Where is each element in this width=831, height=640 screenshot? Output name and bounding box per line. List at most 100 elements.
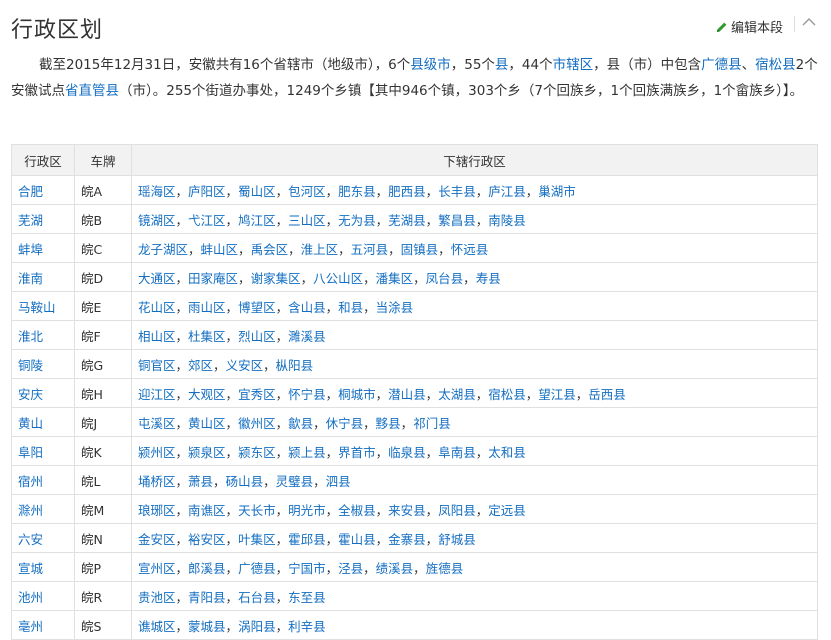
district-link[interactable]: 八公山区 bbox=[313, 271, 363, 286]
district-link[interactable]: 固镇县 bbox=[401, 242, 439, 257]
district-link[interactable]: 舒城县 bbox=[438, 532, 476, 547]
district-link[interactable]: 郎溪县 bbox=[188, 561, 226, 576]
district-link[interactable]: 太和县 bbox=[488, 445, 526, 460]
district-link[interactable]: 金寨县 bbox=[388, 532, 426, 547]
susong-county-link[interactable]: 宿松县 bbox=[755, 57, 796, 73]
district-link[interactable]: 萧县 bbox=[188, 474, 213, 489]
district-link[interactable]: 大通区 bbox=[138, 271, 176, 286]
district-link[interactable]: 三山区 bbox=[288, 213, 326, 228]
county-level-city-link[interactable]: 县级市 bbox=[410, 57, 451, 73]
district-link[interactable]: 潜山县 bbox=[388, 387, 426, 402]
province-direct-county-link[interactable]: 省直管县 bbox=[65, 83, 119, 99]
district-link[interactable]: 绩溪县 bbox=[376, 561, 414, 576]
city-link[interactable]: 安庆 bbox=[18, 387, 43, 402]
district-link[interactable]: 叶集区 bbox=[238, 532, 276, 547]
district-link[interactable]: 南陵县 bbox=[488, 213, 526, 228]
district-link[interactable]: 烈山区 bbox=[238, 329, 276, 344]
district-link[interactable]: 望江县 bbox=[538, 387, 576, 402]
city-link[interactable]: 阜阳 bbox=[18, 445, 43, 460]
district-link[interactable]: 休宁县 bbox=[326, 416, 364, 431]
district-link[interactable]: 庐阳区 bbox=[188, 184, 226, 199]
district-link[interactable]: 霍山县 bbox=[338, 532, 376, 547]
district-link[interactable]: 凤阳县 bbox=[438, 503, 476, 518]
city-link[interactable]: 马鞍山 bbox=[18, 300, 56, 315]
district-link[interactable]: 巢湖市 bbox=[538, 184, 576, 199]
district-link[interactable]: 太湖县 bbox=[438, 387, 476, 402]
district-link[interactable]: 宿松县 bbox=[488, 387, 526, 402]
district-link[interactable]: 明光市 bbox=[288, 503, 326, 518]
district-link[interactable]: 含山县 bbox=[288, 300, 326, 315]
city-link[interactable]: 合肥 bbox=[18, 184, 43, 199]
district-link[interactable]: 贵池区 bbox=[138, 590, 176, 605]
district-link[interactable]: 博望区 bbox=[238, 300, 276, 315]
district-link[interactable]: 庐江县 bbox=[488, 184, 526, 199]
city-link[interactable]: 黄山 bbox=[18, 416, 43, 431]
district-link[interactable]: 泗县 bbox=[326, 474, 351, 489]
district-link[interactable]: 谢家集区 bbox=[251, 271, 301, 286]
district-link[interactable]: 和县 bbox=[338, 300, 363, 315]
city-link[interactable]: 淮北 bbox=[18, 329, 43, 344]
district-link[interactable]: 雨山区 bbox=[188, 300, 226, 315]
district-link[interactable]: 歙县 bbox=[288, 416, 313, 431]
district-link[interactable]: 铜官区 bbox=[138, 358, 176, 373]
district-link[interactable]: 杜集区 bbox=[188, 329, 226, 344]
district-link[interactable]: 凤台县 bbox=[426, 271, 464, 286]
district-link[interactable]: 怀远县 bbox=[451, 242, 489, 257]
district-link[interactable]: 裕安区 bbox=[188, 532, 226, 547]
city-link[interactable]: 蚌埠 bbox=[18, 242, 43, 257]
district-link[interactable]: 禹会区 bbox=[251, 242, 289, 257]
municipal-district-link[interactable]: 市辖区 bbox=[553, 57, 594, 73]
district-link[interactable]: 桐城市 bbox=[338, 387, 376, 402]
district-link[interactable]: 无为县 bbox=[338, 213, 376, 228]
district-link[interactable]: 郊区 bbox=[188, 358, 213, 373]
district-link[interactable]: 相山区 bbox=[138, 329, 176, 344]
guangde-county-link[interactable]: 广德县 bbox=[701, 57, 742, 73]
district-link[interactable]: 包河区 bbox=[288, 184, 326, 199]
district-link[interactable]: 徽州区 bbox=[238, 416, 276, 431]
district-link[interactable]: 埇桥区 bbox=[138, 474, 176, 489]
district-link[interactable]: 镜湖区 bbox=[138, 213, 176, 228]
district-link[interactable]: 龙子湖区 bbox=[138, 242, 188, 257]
district-link[interactable]: 利辛县 bbox=[288, 619, 326, 634]
district-link[interactable]: 淮上区 bbox=[301, 242, 339, 257]
district-link[interactable]: 蜀山区 bbox=[238, 184, 276, 199]
district-link[interactable]: 来安县 bbox=[388, 503, 426, 518]
district-link[interactable]: 界首市 bbox=[338, 445, 376, 460]
district-link[interactable]: 五河县 bbox=[351, 242, 389, 257]
district-link[interactable]: 黄山区 bbox=[188, 416, 226, 431]
district-link[interactable]: 金安区 bbox=[138, 532, 176, 547]
district-link[interactable]: 霍邱县 bbox=[288, 532, 326, 547]
district-link[interactable]: 定远县 bbox=[488, 503, 526, 518]
edit-section-link[interactable]: 编辑本段 bbox=[716, 17, 783, 36]
district-link[interactable]: 颍泉区 bbox=[188, 445, 226, 460]
district-link[interactable]: 祁门县 bbox=[413, 416, 451, 431]
district-link[interactable]: 繁昌县 bbox=[438, 213, 476, 228]
district-link[interactable]: 濉溪县 bbox=[288, 329, 326, 344]
city-link[interactable]: 芜湖 bbox=[18, 213, 43, 228]
district-link[interactable]: 砀山县 bbox=[226, 474, 264, 489]
district-link[interactable]: 南谯区 bbox=[188, 503, 226, 518]
district-link[interactable]: 当涂县 bbox=[376, 300, 414, 315]
district-link[interactable]: 阜南县 bbox=[438, 445, 476, 460]
district-link[interactable]: 弋江区 bbox=[188, 213, 226, 228]
district-link[interactable]: 肥东县 bbox=[338, 184, 376, 199]
district-link[interactable]: 长丰县 bbox=[438, 184, 476, 199]
district-link[interactable]: 肥西县 bbox=[388, 184, 426, 199]
city-link[interactable]: 六安 bbox=[18, 532, 43, 547]
district-link[interactable]: 石台县 bbox=[238, 590, 276, 605]
district-link[interactable]: 琅琊区 bbox=[138, 503, 176, 518]
district-link[interactable]: 芜湖县 bbox=[388, 213, 426, 228]
city-link[interactable]: 滁州 bbox=[18, 503, 43, 518]
district-link[interactable]: 岳西县 bbox=[588, 387, 626, 402]
district-link[interactable]: 义安区 bbox=[226, 358, 264, 373]
district-link[interactable]: 怀宁县 bbox=[288, 387, 326, 402]
city-link[interactable]: 铜陵 bbox=[18, 358, 43, 373]
district-link[interactable]: 旌德县 bbox=[426, 561, 464, 576]
district-link[interactable]: 蚌山区 bbox=[201, 242, 239, 257]
district-link[interactable]: 瑶海区 bbox=[138, 184, 176, 199]
district-link[interactable]: 宜秀区 bbox=[238, 387, 276, 402]
district-link[interactable]: 颍州区 bbox=[138, 445, 176, 460]
district-link[interactable]: 泾县 bbox=[338, 561, 363, 576]
county-link[interactable]: 县 bbox=[495, 57, 509, 73]
district-link[interactable]: 颍上县 bbox=[288, 445, 326, 460]
